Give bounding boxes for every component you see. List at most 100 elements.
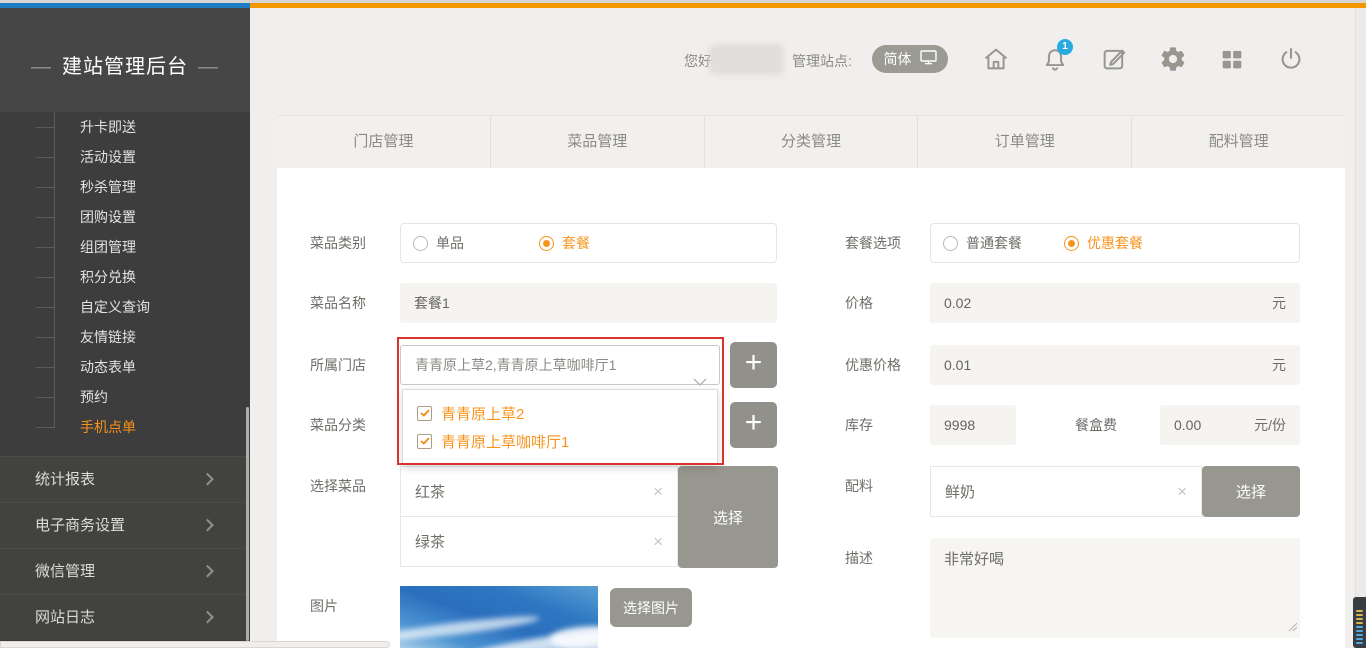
discount-price-label: 优惠价格 xyxy=(845,345,901,385)
sidebar-item-label: 预约 xyxy=(80,389,108,405)
username-redacted xyxy=(712,47,781,72)
tab-category-management[interactable]: 分类管理 xyxy=(705,116,919,168)
radio-discount-combo-label[interactable]: 优惠套餐 xyxy=(1087,233,1143,253)
store-option-1[interactable]: 青青原上草2 xyxy=(403,399,717,427)
sidebar-item-label: 手机点单 xyxy=(80,419,136,435)
admin-screen: —建站管理后台— 升卡即送 活动设置 秒杀管理 团购设置 组团管理 积分兑换 自… xyxy=(0,0,1366,648)
dish-item-row: 绿茶 × xyxy=(400,516,678,567)
radio-discount-combo[interactable] xyxy=(1064,236,1079,251)
sidebar-item-groupbuy[interactable]: 团购设置 xyxy=(0,202,250,232)
radio-normal-combo[interactable] xyxy=(943,236,958,251)
title-decor-left: — xyxy=(31,56,52,78)
tree-tick xyxy=(36,427,55,428)
sidebar-item-booking[interactable]: 预约 xyxy=(0,382,250,412)
tree-tick xyxy=(36,187,55,188)
radio-normal-combo-label[interactable]: 普通套餐 xyxy=(966,233,1022,253)
dish-item-name: 绿茶 xyxy=(415,531,445,552)
sidebar: —建站管理后台— 升卡即送 活动设置 秒杀管理 团购设置 组团管理 积分兑换 自… xyxy=(0,8,250,641)
store-option-2[interactable]: 青青原上草咖啡厅1 xyxy=(403,427,717,455)
box-fee-value: 0.00 xyxy=(1174,405,1201,445)
sidebar-item-flashsale[interactable]: 秒杀管理 xyxy=(0,172,250,202)
price-input[interactable]: 0.02 元 xyxy=(930,283,1300,323)
sidebar-group-stats[interactable]: 统计报表 xyxy=(0,456,250,502)
radio-combo-dish-label[interactable]: 套餐 xyxy=(562,233,590,253)
ingredient-input[interactable]: 鲜奶 × xyxy=(930,466,1202,517)
tree-tick xyxy=(36,127,55,128)
tree-tick xyxy=(36,307,55,308)
radio-single-dish-label[interactable]: 单品 xyxy=(436,233,464,253)
description-textarea[interactable]: 非常好喝 xyxy=(930,538,1300,638)
chevron-right-icon xyxy=(201,564,214,577)
checkbox-checked-icon[interactable] xyxy=(417,434,432,449)
tab-dish-management[interactable]: 菜品管理 xyxy=(491,116,705,168)
remove-icon[interactable]: × xyxy=(653,482,663,502)
home-icon[interactable] xyxy=(982,45,1010,73)
dish-classify-label: 菜品分类 xyxy=(310,405,366,445)
tab-ingredient-management[interactable]: 配料管理 xyxy=(1132,116,1345,168)
tree-tick xyxy=(36,217,55,218)
sidebar-item-card-gift[interactable]: 升卡即送 xyxy=(0,112,250,142)
corner-meter-widget[interactable] xyxy=(1353,597,1366,648)
sidebar-group-site-log[interactable]: 网站日志 xyxy=(0,594,250,640)
box-fee-label: 餐盒费 xyxy=(1075,405,1117,445)
gear-icon[interactable] xyxy=(1159,45,1187,73)
sidebar-item-label: 组团管理 xyxy=(80,239,136,255)
choose-image-button[interactable]: 选择图片 xyxy=(610,588,692,627)
radio-combo-dish[interactable] xyxy=(539,236,554,251)
sidebar-group-label: 网站日志 xyxy=(35,609,95,626)
sidebar-item-points[interactable]: 积分兑换 xyxy=(0,262,250,292)
add-store-button[interactable]: + xyxy=(730,342,777,388)
sidebar-item-label: 动态表单 xyxy=(80,359,136,375)
sidebar-scrollbar-thumb[interactable] xyxy=(246,407,249,641)
box-fee-input[interactable]: 0.00 元/份 xyxy=(1160,405,1300,445)
monitor-icon xyxy=(920,50,937,68)
app-title: —建站管理后台— xyxy=(0,50,250,79)
module-tabbar: 门店管理 菜品管理 分类管理 订单管理 配料管理 xyxy=(277,115,1345,168)
sidebar-item-mobile-ordering[interactable]: 手机点单 xyxy=(0,412,250,442)
dish-category-label: 菜品类别 xyxy=(310,223,366,263)
select-dish-button[interactable]: 选择 xyxy=(678,466,778,568)
discount-price-unit: 元 xyxy=(1272,345,1286,385)
meter-dash xyxy=(1356,634,1363,636)
ingredient-label: 配料 xyxy=(845,466,873,506)
radio-single-dish[interactable] xyxy=(413,236,428,251)
tree-tick xyxy=(36,337,55,338)
greeting-text: 您好 xyxy=(684,51,712,71)
remove-icon[interactable]: × xyxy=(1177,482,1187,502)
sidebar-group-ecommerce[interactable]: 电子商务设置 xyxy=(0,502,250,548)
dish-name-input[interactable]: 套餐1 xyxy=(400,283,777,323)
tab-store-management[interactable]: 门店管理 xyxy=(277,116,491,168)
sidebar-item-team[interactable]: 组团管理 xyxy=(0,232,250,262)
apps-grid-icon[interactable] xyxy=(1218,45,1246,73)
store-select[interactable]: 青青原上草2,青青原上草咖啡厅1 xyxy=(400,345,720,385)
image-label: 图片 xyxy=(310,586,338,626)
chevron-right-icon xyxy=(201,472,214,485)
sidebar-group-wechat[interactable]: 微信管理 xyxy=(0,548,250,594)
resize-handle-icon[interactable] xyxy=(1287,618,1297,635)
sidebar-item-links[interactable]: 友情链接 xyxy=(0,322,250,352)
sidebar-item-custom-query[interactable]: 自定义查询 xyxy=(0,292,250,322)
sidebar-item-dynamic-form[interactable]: 动态表单 xyxy=(0,352,250,382)
add-classify-button[interactable]: + xyxy=(730,402,777,448)
power-icon[interactable] xyxy=(1277,45,1305,73)
store-select-value: 青青原上草2,青青原上草咖啡厅1 xyxy=(415,357,616,373)
select-ingredient-button[interactable]: 选择 xyxy=(1202,466,1300,517)
page-vertical-scrollbar-track[interactable] xyxy=(1355,8,1366,641)
checkbox-checked-icon[interactable] xyxy=(417,406,432,421)
sidebar-group-label: 统计报表 xyxy=(35,471,95,488)
store-label: 所属门店 xyxy=(310,345,366,385)
sidebar-item-label: 活动设置 xyxy=(80,149,136,165)
tab-order-management[interactable]: 订单管理 xyxy=(918,116,1132,168)
dish-item-name: 红茶 xyxy=(415,481,445,502)
price-value: 0.02 xyxy=(944,283,971,323)
remove-icon[interactable]: × xyxy=(653,532,663,552)
meter-dash xyxy=(1356,618,1363,620)
horizontal-scrollbar-thumb[interactable] xyxy=(0,641,390,648)
sidebar-item-activity-settings[interactable]: 活动设置 xyxy=(0,142,250,172)
stock-input[interactable]: 9998 xyxy=(930,405,1016,445)
sidebar-title-block: —建站管理后台— xyxy=(0,8,250,112)
language-pill[interactable]: 简体 xyxy=(872,45,948,73)
discount-price-input[interactable]: 0.01 元 xyxy=(930,345,1300,385)
compose-icon[interactable] xyxy=(1100,45,1128,73)
description-value: 非常好喝 xyxy=(944,551,1004,568)
